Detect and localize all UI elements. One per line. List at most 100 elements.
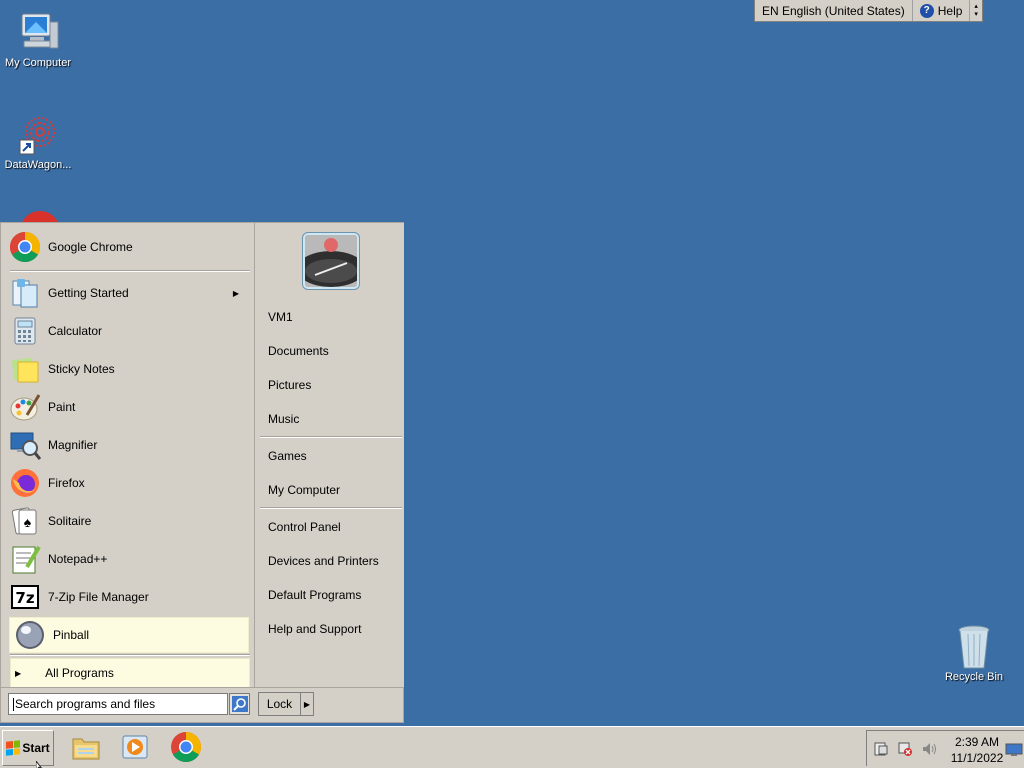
all-programs-button[interactable]: ▶ All Programs [10, 658, 250, 688]
help-label: Help [937, 3, 963, 18]
options-icon: ▾ [974, 10, 978, 18]
menu-item-label: Getting Started [48, 286, 129, 300]
language-selector[interactable]: EN English (United States) [755, 0, 913, 21]
menu-item-paint[interactable]: Paint [5, 389, 245, 425]
menu-item-getting-started[interactable]: Getting Started ▶ [5, 275, 245, 311]
place-label: My Computer [268, 483, 341, 497]
desktop-icon-my-computer[interactable]: My Computer [0, 10, 76, 69]
menu-item-solitaire[interactable]: ♠ Solitaire [5, 503, 245, 539]
svg-text:♠: ♠ [24, 514, 32, 530]
place-label: Help and Support [268, 622, 362, 636]
place-vm1[interactable]: VM1 [268, 307, 293, 327]
pinball-icon [14, 619, 46, 651]
svg-text:7z: 7z [15, 589, 34, 607]
all-programs-arrow-icon: ▶ [15, 668, 22, 678]
menu-item-pinball[interactable]: Pinball [9, 617, 249, 653]
restore-icon: ▴ [974, 2, 978, 10]
pinned-separator [10, 270, 250, 272]
place-documents[interactable]: Documents [268, 341, 329, 361]
menu-item-google-chrome[interactable]: Google Chrome [5, 229, 245, 265]
firefox-icon [9, 467, 41, 499]
menu-item-label: Magnifier [48, 438, 98, 452]
desktop-icon-label: Recycle Bin [944, 671, 1004, 683]
start-menu-places: VM1 Documents Pictures Music Games My Co… [254, 223, 404, 687]
help-button[interactable]: ? Help [913, 0, 971, 21]
datawagon-icon [14, 112, 62, 156]
all-programs-label: All Programs [45, 666, 114, 680]
calculator-icon [9, 315, 41, 347]
paint-icon [9, 391, 41, 423]
place-music[interactable]: Music [268, 409, 299, 429]
place-label: Control Panel [268, 520, 341, 534]
start-label: Start [22, 741, 50, 755]
search-input[interactable]: Search programs and files [8, 693, 228, 715]
user-avatar[interactable] [303, 233, 359, 289]
media-player-icon[interactable] [120, 731, 152, 763]
notepadpp-icon [9, 543, 41, 575]
language-bar-options[interactable]: ▴ ▾ [970, 0, 982, 21]
menu-item-label: Firefox [48, 476, 85, 490]
taskbar-clock[interactable]: 2:39 AM 11/1/2022 [947, 734, 1007, 766]
menu-item-notepadpp[interactable]: Notepad++ [5, 541, 245, 577]
magnifier-icon [9, 429, 42, 461]
network-disconnected-icon[interactable] [897, 741, 913, 757]
windows-logo-icon [6, 740, 21, 756]
place-help-and-support[interactable]: Help and Support [268, 619, 361, 639]
lock-button[interactable]: Lock ▶ [258, 692, 314, 716]
search-placeholder: Search programs and files [15, 697, 156, 711]
menu-item-label: Notepad++ [48, 552, 108, 566]
volume-icon[interactable] [921, 741, 937, 757]
lock-label: Lock [259, 693, 301, 715]
lock-options-arrow-icon[interactable]: ▶ [301, 700, 313, 709]
7zip-icon: 7z [9, 581, 41, 613]
menu-item-firefox[interactable]: Firefox [5, 465, 245, 501]
taskbar: Start 2:39 AM 11/1/2022 [0, 726, 1024, 768]
place-label: Pictures [268, 378, 312, 392]
chrome-icon [9, 231, 41, 263]
sticky-notes-icon [9, 353, 41, 385]
clock-date: 11/1/2022 [950, 751, 1004, 765]
menu-item-7zip[interactable]: 7z 7-Zip File Manager [5, 579, 245, 615]
menu-item-label: Pinball [53, 628, 90, 642]
place-default-programs[interactable]: Default Programs [268, 585, 361, 605]
place-devices-and-printers[interactable]: Devices and Printers [268, 551, 379, 571]
system-tray: 2:39 AM 11/1/2022 [866, 730, 1024, 766]
start-menu-bottom-bar: Search programs and files Lock ▶ [1, 687, 403, 722]
search-icon [231, 696, 248, 712]
menu-item-label: 7-Zip File Manager [48, 590, 149, 604]
menu-item-magnifier[interactable]: Magnifier [5, 427, 245, 463]
file-explorer-icon[interactable] [70, 731, 102, 763]
help-icon: ? [919, 3, 934, 18]
place-label: Documents [268, 344, 329, 358]
desktop-icon-label: DataWagon... [4, 159, 72, 171]
place-label: Games [268, 449, 307, 463]
menu-item-label: Paint [48, 400, 76, 414]
menu-item-calculator[interactable]: Calculator [5, 313, 245, 349]
place-games[interactable]: Games [268, 446, 307, 466]
menu-item-label: Sticky Notes [48, 362, 115, 376]
start-button[interactable]: Start [2, 730, 54, 766]
language-label: EN English (United States) [762, 3, 905, 18]
chrome-icon[interactable] [170, 731, 202, 763]
place-my-computer[interactable]: My Computer [268, 480, 340, 500]
place-control-panel[interactable]: Control Panel [268, 517, 341, 537]
desktop-icon-recycle-bin[interactable]: Recycle Bin [936, 624, 1012, 683]
solitaire-icon: ♠ [9, 505, 41, 537]
menu-item-sticky-notes[interactable]: Sticky Notes [5, 351, 245, 387]
menu-item-label: Calculator [48, 324, 103, 338]
menu-item-label: Solitaire [48, 514, 92, 528]
place-label: Default Programs [268, 588, 362, 602]
places-separator [260, 436, 402, 438]
text-cursor [13, 697, 14, 711]
place-label: Devices and Printers [268, 554, 379, 568]
show-desktop-icon[interactable] [1005, 741, 1023, 757]
desktop-icon-label: My Computer [4, 57, 72, 69]
programs-separator [10, 654, 250, 656]
mouse-cursor-icon [36, 761, 42, 768]
place-pictures[interactable]: Pictures [268, 375, 311, 395]
search-button[interactable] [229, 693, 250, 715]
desktop-icon-datawagon[interactable]: DataWagon... [0, 112, 76, 171]
action-center-icon[interactable] [873, 741, 889, 757]
recycle-bin-icon [950, 624, 998, 669]
getting-started-icon [9, 277, 41, 309]
